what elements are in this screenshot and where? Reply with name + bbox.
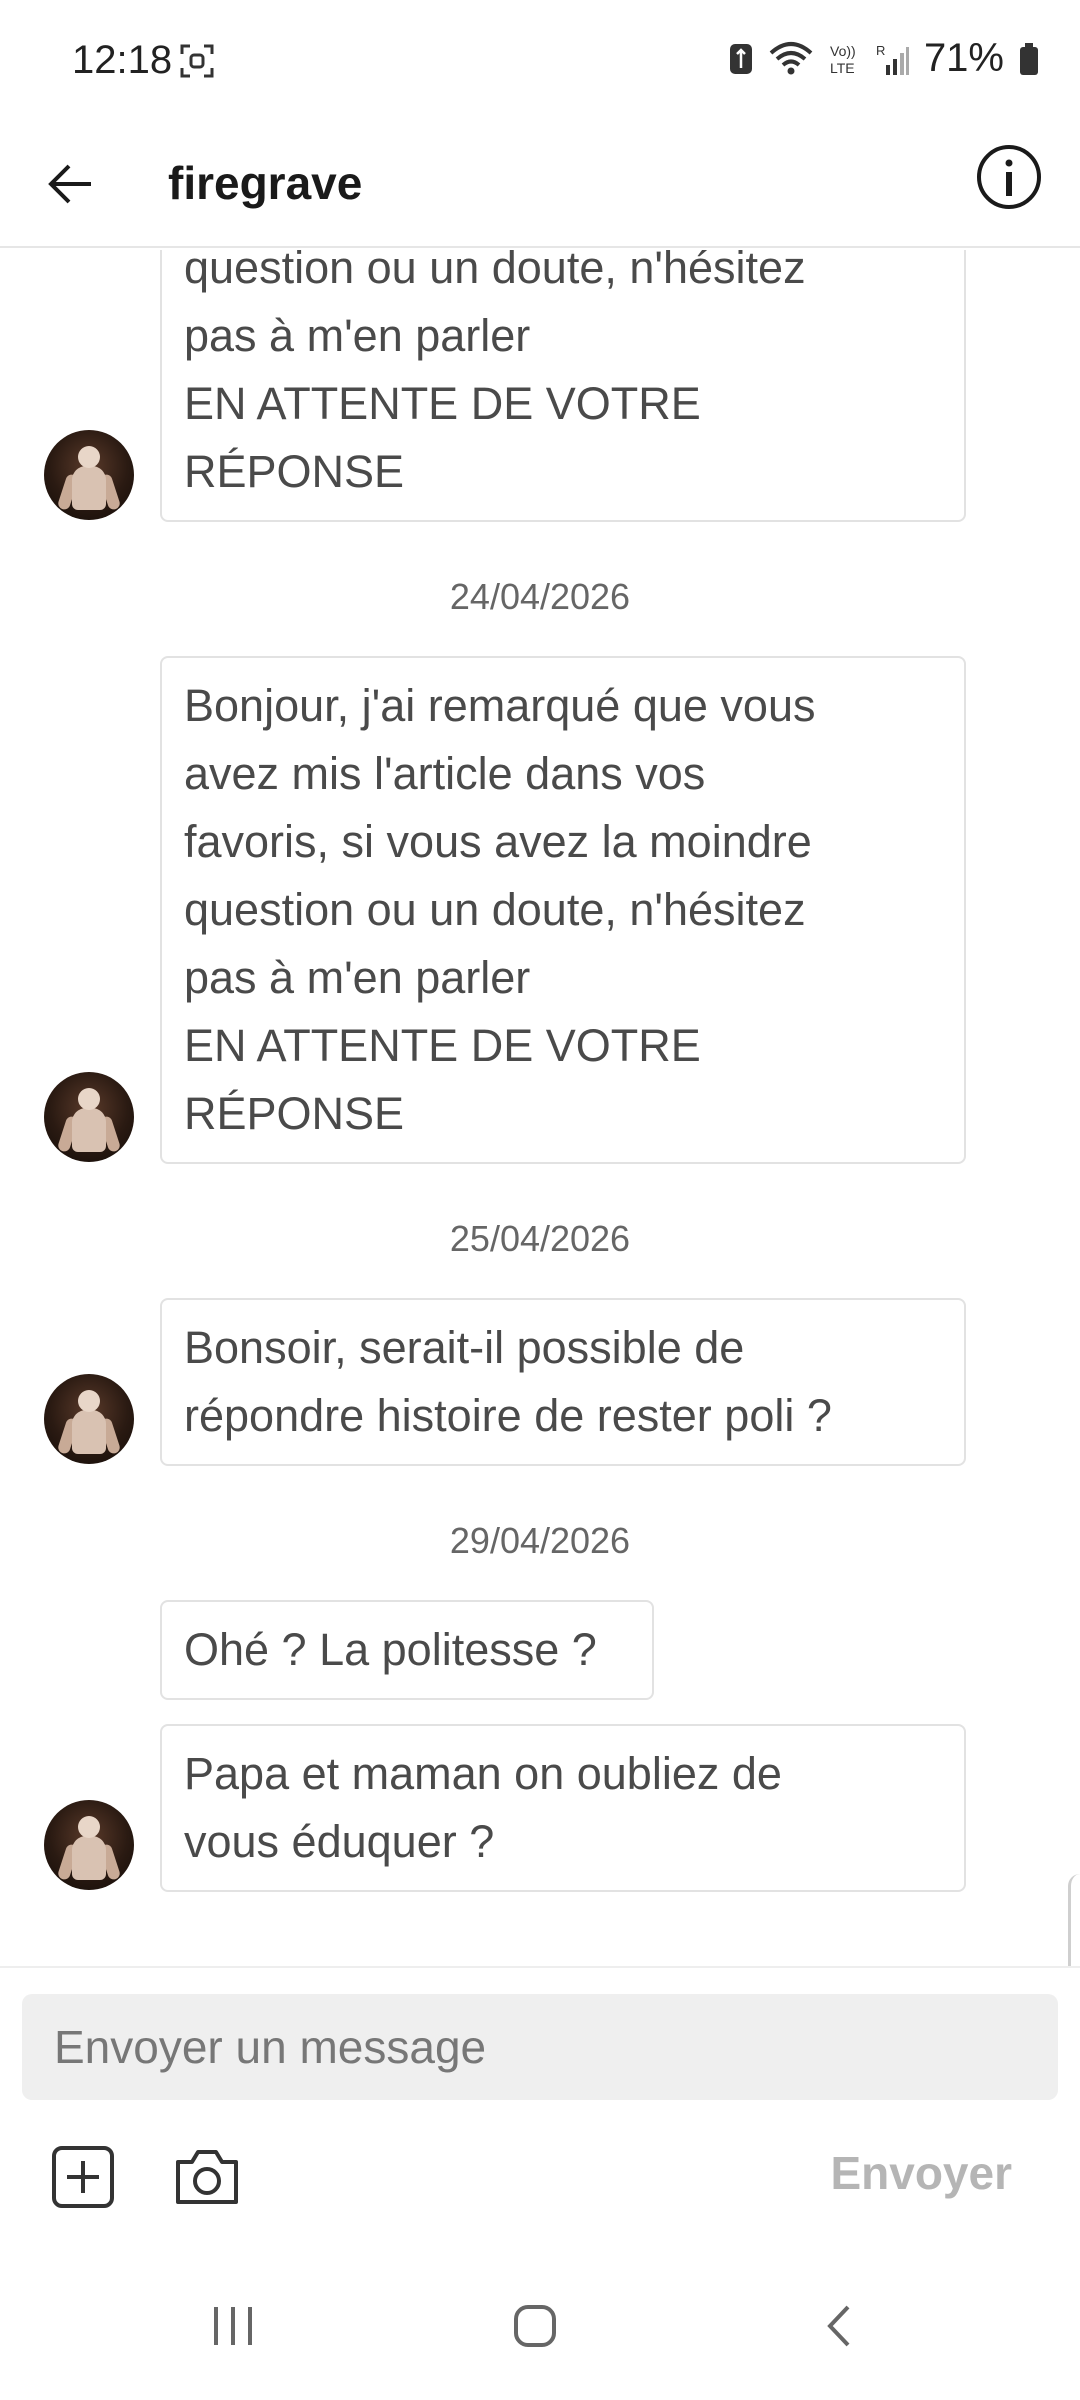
camera-button[interactable]: [172, 2144, 242, 2210]
recent-apps-button[interactable]: [198, 2296, 268, 2356]
system-navbar: [0, 2246, 1080, 2400]
composer: Envoyer: [0, 1966, 1080, 2246]
battery-percent: 71%: [923, 36, 1004, 80]
chat-header: firegrave: [0, 120, 1080, 248]
message-bubble[interactable]: Bonjour, j'ai remarqué que vous avez mis…: [160, 656, 966, 1164]
avatar[interactable]: [44, 430, 134, 520]
back-button[interactable]: [30, 144, 110, 224]
volte-icon: Vo)) LTE: [830, 43, 856, 76]
date-separator: 24/04/2026: [449, 576, 631, 617]
battery-icon: [1020, 42, 1038, 75]
info-button[interactable]: [974, 142, 1044, 212]
avatar[interactable]: [44, 1072, 134, 1162]
svg-text:R: R: [876, 43, 885, 58]
message-bubble[interactable]: favoris, si vous avez la moindre questio…: [160, 250, 966, 522]
data-icon: [729, 43, 752, 74]
screen: 12:18 Vo)) LTE R 71% firegrave question …: [0, 0, 1080, 2400]
camera-icon: [176, 2150, 238, 2204]
status-bar: 12:18 Vo)) LTE R 71%: [0, 0, 1080, 120]
avatar[interactable]: [44, 1800, 134, 1890]
message-bubble[interactable]: Ohé ? La politesse ?: [160, 1600, 654, 1700]
message-bubble[interactable]: Papa et maman on oubliez de vous éduquer…: [160, 1724, 966, 1892]
back-icon: [827, 2305, 850, 2347]
home-button[interactable]: [500, 2296, 570, 2356]
message-input[interactable]: [22, 1994, 1058, 2100]
message-list[interactable]: favoris, si vous avez la moindre questio…: [0, 250, 1080, 1966]
nav-back-button[interactable]: [804, 2296, 874, 2356]
arrow-left-icon: [48, 164, 91, 204]
plus-square-icon: [52, 2146, 114, 2208]
message-bubble[interactable]: Bonsoir, serait-il possible de répondre …: [160, 1298, 966, 1466]
screenshot-icon: [180, 44, 214, 78]
signal-icon: R: [876, 43, 909, 75]
recent-apps-icon: [214, 2307, 252, 2345]
home-icon: [514, 2305, 556, 2347]
send-button[interactable]: Envoyer: [830, 2146, 1012, 2200]
status-time: 12:18: [72, 38, 173, 82]
info-icon: [977, 145, 1041, 209]
svg-text:LTE: LTE: [830, 60, 855, 76]
conversation-title[interactable]: firegrave: [168, 156, 362, 210]
status-icons: Vo)) LTE R 71%: [728, 36, 1040, 81]
wifi-icon: [769, 41, 813, 74]
date-separator: 29/04/2026: [449, 1520, 631, 1561]
svg-text:Vo)): Vo)): [830, 43, 856, 59]
date-separator: 25/04/2026: [449, 1218, 631, 1259]
avatar[interactable]: [44, 1374, 134, 1464]
add-attachment-button[interactable]: [50, 2144, 116, 2210]
